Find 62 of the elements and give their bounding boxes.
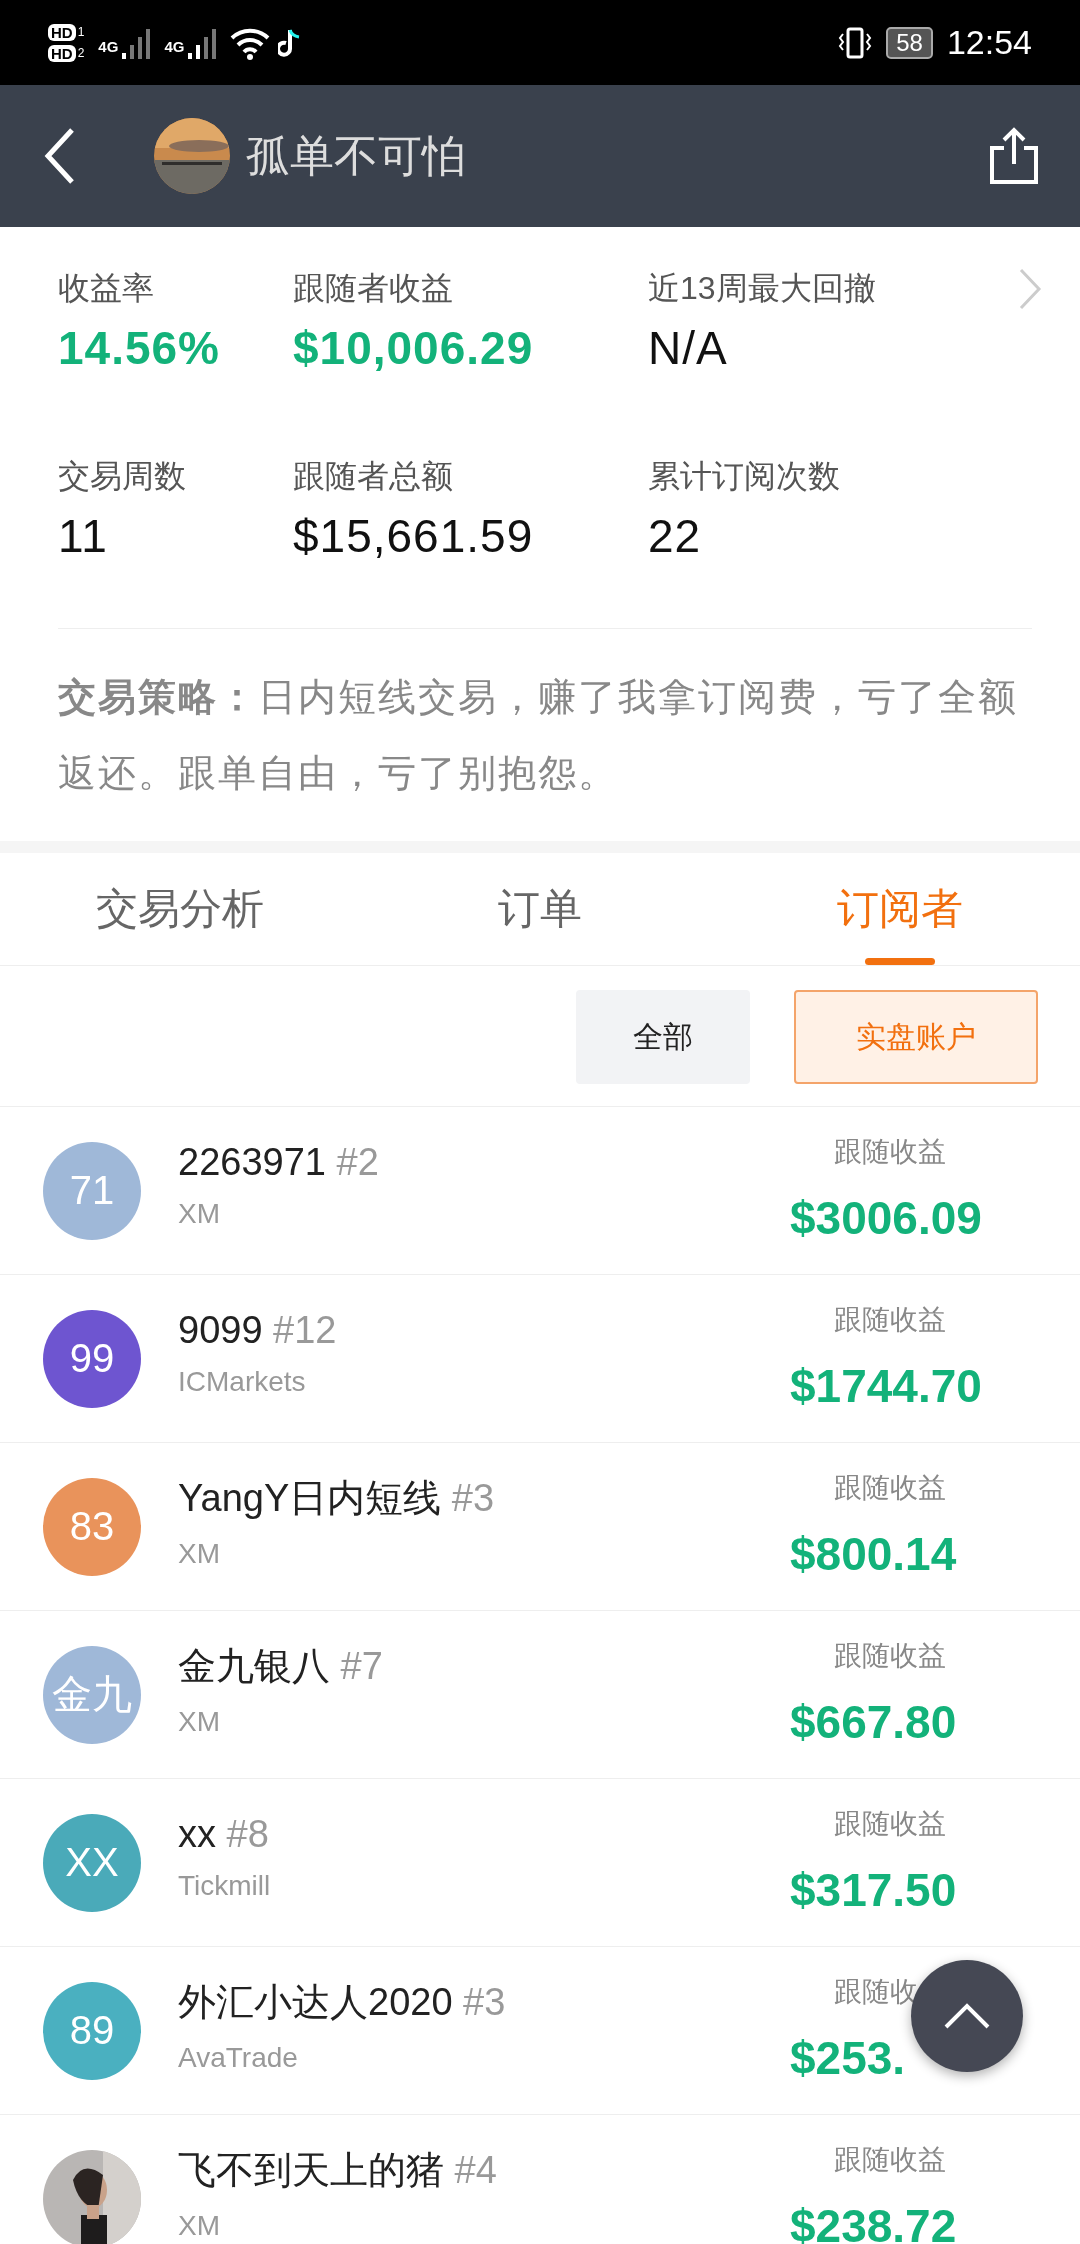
tab[interactable]: 交易分析 xyxy=(0,853,360,965)
network-type: 4G xyxy=(98,37,119,55)
subscriber-name: 2263971 #2 xyxy=(178,1141,380,1184)
stat-label: 近13周最大回撤 xyxy=(648,269,876,308)
battery-indicator: 58 xyxy=(886,26,933,59)
broker-name: ICMarkets xyxy=(178,1366,307,1398)
stat-value: $10,006.29 xyxy=(293,321,535,375)
subscriber-name: YangY日内短线 #3 xyxy=(178,1476,496,1521)
avatar: 71 xyxy=(43,1141,141,1240)
profit-amount: $317.50 xyxy=(790,1862,957,1917)
strategy-text: 交易策略：日内短线交易，赚了我拿订阅费，亏了全额返还。跟单自由，亏了别抱怨。 xyxy=(58,675,1019,796)
broker-name: XM xyxy=(178,2210,221,2242)
profit-label: 跟随收益 xyxy=(834,1470,946,1505)
filter-button[interactable]: 全部 xyxy=(576,990,750,1084)
avatar: 83 xyxy=(43,1477,141,1576)
clock: 12:54 xyxy=(946,23,1032,62)
avatar: 99 xyxy=(43,1309,141,1408)
stat-value: 22 xyxy=(648,509,703,563)
broker-name: Tickmill xyxy=(178,1870,272,1902)
profit-label: 跟随收益 xyxy=(834,1806,946,1841)
profit-label: 跟随收 xyxy=(834,1974,918,2009)
subscriber-name: 9099 #12 xyxy=(178,1309,338,1352)
page-title: 孤单不可怕 xyxy=(246,129,467,182)
profit-amount: $3006.09 xyxy=(790,1190,982,1245)
avatar: 金九 xyxy=(43,1645,141,1744)
tab[interactable]: 订单 xyxy=(360,853,720,965)
stat-label: 跟随者收益 xyxy=(293,269,454,308)
stat-label: 跟随者总额 xyxy=(293,457,454,496)
tab[interactable]: 订阅者 xyxy=(720,853,1080,965)
signal-icon xyxy=(122,26,153,59)
stat-value: 14.56% xyxy=(58,321,221,375)
broker-name: XM xyxy=(178,1706,221,1738)
stat-value: N/A xyxy=(648,321,729,375)
network-type: 4G xyxy=(164,37,185,55)
profit-label: 跟随收益 xyxy=(834,1134,946,1169)
chevron-up-icon xyxy=(943,2002,991,2030)
profit-amount: $1744.70 xyxy=(790,1358,982,1413)
vibrate-icon xyxy=(838,25,873,60)
profit-label: 跟随收益 xyxy=(834,2142,946,2177)
broker-name: XM xyxy=(178,1538,221,1570)
stat-label: 交易周数 xyxy=(58,457,187,496)
profit-label: 跟随收益 xyxy=(834,1302,946,1337)
share-icon[interactable] xyxy=(988,126,1040,186)
profit-label: 跟随收益 xyxy=(834,1638,946,1673)
stat-label: 收益率 xyxy=(58,269,155,308)
broker-name: XM xyxy=(178,1198,221,1230)
profit-amount: $667.80 xyxy=(790,1694,957,1749)
subscriber-name: xx #8 xyxy=(178,1813,270,1856)
subscriber-name: 飞不到天上的猪 #4 xyxy=(178,2148,498,2193)
sim-indicator: HD 2 xyxy=(48,44,85,62)
sim-indicator: HD 1 xyxy=(48,23,85,41)
avatar: 89 xyxy=(43,1981,141,2080)
signal-icon xyxy=(188,26,219,59)
stat-label: 累计订阅次数 xyxy=(648,457,841,496)
profit-amount: $253. xyxy=(790,2030,906,2085)
subscriber-name: 金九银八 #7 xyxy=(178,1644,384,1689)
broker-name: AvaTrade xyxy=(178,2042,299,2074)
profit-amount: $800.14 xyxy=(790,1526,957,1581)
avatar: XX xyxy=(43,1813,141,1912)
stat-value: $15,661.59 xyxy=(293,509,535,563)
stat-value: 11 xyxy=(58,509,109,563)
subscriber-name: 外汇小达人2020 #3 xyxy=(178,1980,507,2025)
